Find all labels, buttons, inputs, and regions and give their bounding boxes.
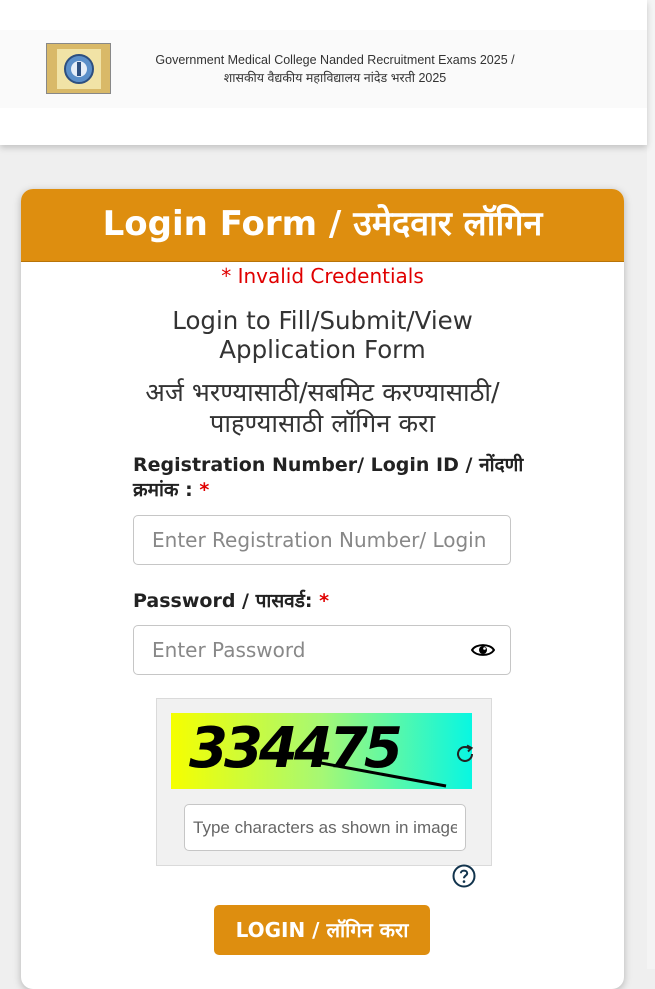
password-label-text: Password / पासवर्ड: <box>133 590 313 612</box>
refresh-icon[interactable] <box>453 742 477 766</box>
login-card-header: Login Form / उमेदवार लॉगिन <box>21 189 624 262</box>
login-form-title: Login Form / उमेदवार लॉगिन <box>102 204 543 244</box>
header-title-en: Government Medical College Nanded Recrui… <box>155 53 515 67</box>
scrollbar-track[interactable] <box>647 0 655 969</box>
registration-number-label: Registration Number/ Login ID / नोंदणी क… <box>133 453 533 503</box>
password-label: Password / पासवर्ड: * <box>133 589 533 614</box>
site-header: Government Medical College Nanded Recrui… <box>0 0 647 145</box>
instruction-english: Login to Fill/Submit/View Application Fo… <box>172 306 473 364</box>
eye-icon[interactable] <box>470 642 496 658</box>
error-message: * Invalid Credentials <box>221 264 424 288</box>
captcha-input[interactable] <box>184 804 466 851</box>
instruction-marathi: अर्ज भरण्यासाठी/सबमिट करण्यासाठी/ पाहण्य… <box>145 378 500 439</box>
required-asterisk: * <box>319 590 330 612</box>
college-logo <box>46 43 111 94</box>
password-input[interactable] <box>133 625 511 675</box>
login-card: Login Form / उमेदवार लॉगिन * Invalid Cre… <box>21 189 624 989</box>
help-icon[interactable] <box>452 864 476 888</box>
header-title: Government Medical College Nanded Recrui… <box>140 51 530 87</box>
required-asterisk: * <box>199 479 210 501</box>
college-emblem-icon <box>56 48 101 89</box>
captcha-noise-line <box>320 761 447 788</box>
registration-number-label-text: Registration Number/ Login ID / नोंदणी क… <box>133 454 524 501</box>
captcha-image: 334475 <box>171 713 472 789</box>
registration-number-input[interactable] <box>133 515 511 565</box>
login-button[interactable]: LOGIN / लॉगिन करा <box>214 905 430 955</box>
header-title-mr: शासकीय वैद्यकीय महाविद्यालय नांदेड भरती … <box>223 71 447 85</box>
